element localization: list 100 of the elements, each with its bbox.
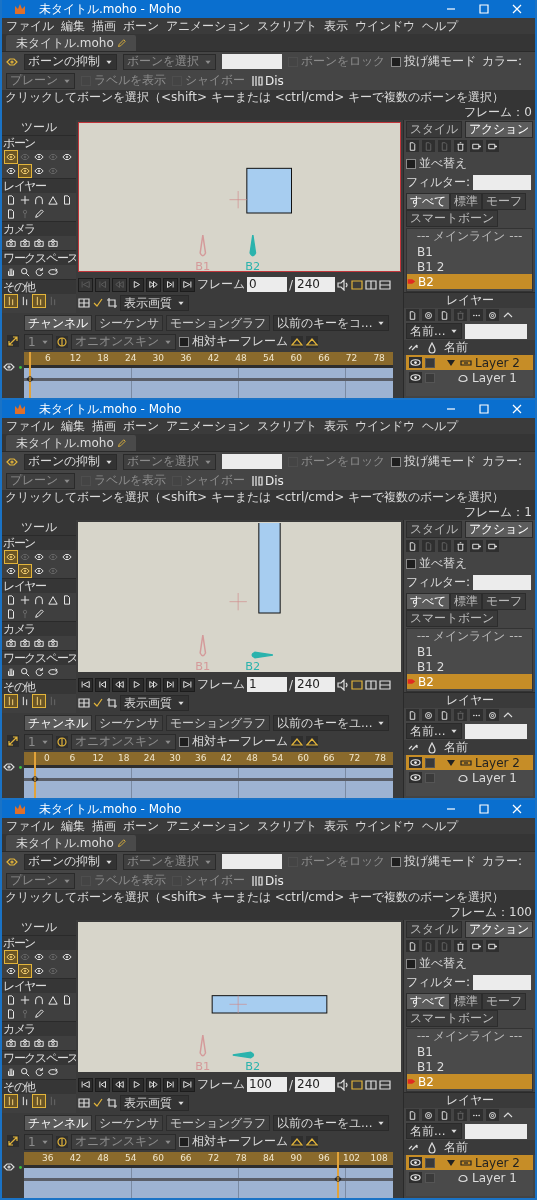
menu-item[interactable]: ボーン xyxy=(123,417,159,435)
tool-button[interactable] xyxy=(46,236,60,250)
menu-item[interactable]: ファイル xyxy=(6,417,54,435)
menu-item[interactable]: ボーン xyxy=(123,17,159,35)
panel-tab[interactable]: アクション xyxy=(465,521,533,538)
category-tab[interactable]: 標準 xyxy=(450,193,482,210)
tool-button[interactable] xyxy=(46,636,60,650)
gear-button[interactable] xyxy=(422,309,435,321)
tool-button[interactable] xyxy=(46,1036,60,1050)
checkbox[interactable] xyxy=(178,1136,189,1147)
checkbox[interactable] xyxy=(178,336,189,347)
dropdown[interactable]: ボーンの抑制 xyxy=(24,53,117,70)
trash-button[interactable] xyxy=(454,140,467,152)
trash-button[interactable] xyxy=(454,940,467,952)
category-tab[interactable]: モーフ xyxy=(482,593,526,610)
dropdown[interactable]: 名前... xyxy=(406,1123,463,1139)
checkbox[interactable] xyxy=(425,1157,435,1168)
tool-button[interactable] xyxy=(18,636,32,650)
document-tab[interactable]: 未タイトル.moho xyxy=(6,35,136,51)
total-frames-field[interactable]: 240 xyxy=(295,677,336,692)
menu-item[interactable]: 編集 xyxy=(61,17,85,35)
dropdown[interactable]: 表示画質 xyxy=(120,1095,189,1111)
tool-button[interactable] xyxy=(32,193,46,207)
skip-to-start-button[interactable] xyxy=(78,1077,93,1092)
action-item[interactable]: B1 xyxy=(407,644,532,659)
panel-tab[interactable]: アクション xyxy=(465,921,533,938)
menu-item[interactable]: ヘルプ xyxy=(422,17,458,35)
search-field[interactable] xyxy=(465,1123,528,1139)
filter-field[interactable] xyxy=(473,975,532,990)
text-field[interactable] xyxy=(222,454,282,469)
skip-to-end-button[interactable] xyxy=(180,1077,195,1092)
checkbox[interactable] xyxy=(425,372,435,383)
timeline-tab[interactable]: モーショングラフ xyxy=(166,715,270,731)
playhead[interactable] xyxy=(34,752,37,798)
next-key-button[interactable] xyxy=(163,277,178,292)
dots-button[interactable] xyxy=(470,1109,483,1121)
dropdown[interactable]: ボーンの抑制 xyxy=(24,453,117,470)
tool-button[interactable] xyxy=(46,993,60,1007)
play-button[interactable] xyxy=(129,277,144,292)
dropdown[interactable]: 以前のキーをユ... xyxy=(273,715,390,731)
action-item[interactable]: --- メインライン --- xyxy=(407,229,532,244)
layer-row[interactable]: Layer 1 xyxy=(406,1170,533,1185)
checkbox[interactable] xyxy=(425,757,435,768)
checkbox[interactable] xyxy=(406,958,416,969)
menu-item[interactable]: 表示 xyxy=(324,417,348,435)
insert-button[interactable] xyxy=(470,940,483,952)
tool-button[interactable] xyxy=(32,993,46,1007)
menu-item[interactable]: 編集 xyxy=(61,817,85,835)
tool-button[interactable] xyxy=(4,1036,18,1050)
gear-button[interactable] xyxy=(486,1109,499,1121)
panel-tab[interactable]: スタイル xyxy=(406,121,462,138)
menu-item[interactable]: スクリプト xyxy=(257,817,317,835)
timeline-tab[interactable]: シーケンサ xyxy=(95,315,163,331)
fast-forward-button[interactable] xyxy=(146,277,161,292)
frame-field[interactable]: 100 xyxy=(247,1077,287,1092)
gear-button[interactable] xyxy=(422,1109,435,1121)
tool-button[interactable] xyxy=(18,1036,32,1050)
gear-button[interactable] xyxy=(486,309,499,321)
checkbox[interactable] xyxy=(391,56,401,67)
tool-button[interactable] xyxy=(18,265,32,279)
timeline-tab[interactable]: モーショングラフ xyxy=(166,1115,270,1131)
page-button[interactable] xyxy=(438,709,451,721)
tool-button[interactable] xyxy=(4,694,18,708)
tool-button[interactable] xyxy=(32,636,46,650)
layer-row[interactable]: Layer 2 xyxy=(406,355,533,370)
category-tab[interactable]: すべて xyxy=(406,593,450,610)
page-button[interactable] xyxy=(406,940,419,952)
layer-row[interactable]: Layer 2 xyxy=(406,1155,533,1170)
menu-item[interactable]: ファイル xyxy=(6,17,54,35)
insert-button[interactable] xyxy=(486,140,499,152)
previous-key-button[interactable] xyxy=(95,677,110,692)
menu-item[interactable]: スクリプト xyxy=(257,17,317,35)
layer-row[interactable]: Layer 1 xyxy=(406,370,533,385)
panel-tab[interactable]: スタイル xyxy=(406,521,462,538)
insert-button[interactable] xyxy=(470,140,483,152)
tool-button[interactable] xyxy=(18,193,32,207)
menu-item[interactable]: ヘルプ xyxy=(422,817,458,835)
menu-item[interactable]: ウインドウ xyxy=(355,417,415,435)
tool-button[interactable] xyxy=(32,1094,46,1108)
tool-button[interactable] xyxy=(18,1065,32,1079)
play-button[interactable] xyxy=(129,1077,144,1092)
menu-item[interactable]: 描画 xyxy=(92,817,116,835)
gear-button[interactable] xyxy=(422,709,435,721)
tool-button[interactable] xyxy=(4,636,18,650)
rewind-button[interactable] xyxy=(112,1077,127,1092)
menu-item[interactable]: アニメーション xyxy=(166,417,250,435)
timeline-tab[interactable]: モーショングラフ xyxy=(166,315,270,331)
tool-button[interactable] xyxy=(18,993,32,1007)
menu-item[interactable]: 表示 xyxy=(324,17,348,35)
menu-item[interactable]: ボーン xyxy=(123,817,159,835)
document-tab[interactable]: 未タイトル.moho xyxy=(6,835,136,851)
document-tab[interactable]: 未タイトル.moho xyxy=(6,435,136,451)
dots-button[interactable] xyxy=(470,709,483,721)
category-tab[interactable]: すべて xyxy=(406,193,450,210)
tool-button[interactable] xyxy=(32,694,46,708)
play-button[interactable] xyxy=(129,677,144,692)
layer-row[interactable]: Layer 1 xyxy=(406,770,533,785)
dropdown[interactable]: 表示画質 xyxy=(120,695,189,711)
action-item[interactable]: --- メインライン --- xyxy=(407,629,532,644)
checkbox[interactable] xyxy=(391,456,401,467)
